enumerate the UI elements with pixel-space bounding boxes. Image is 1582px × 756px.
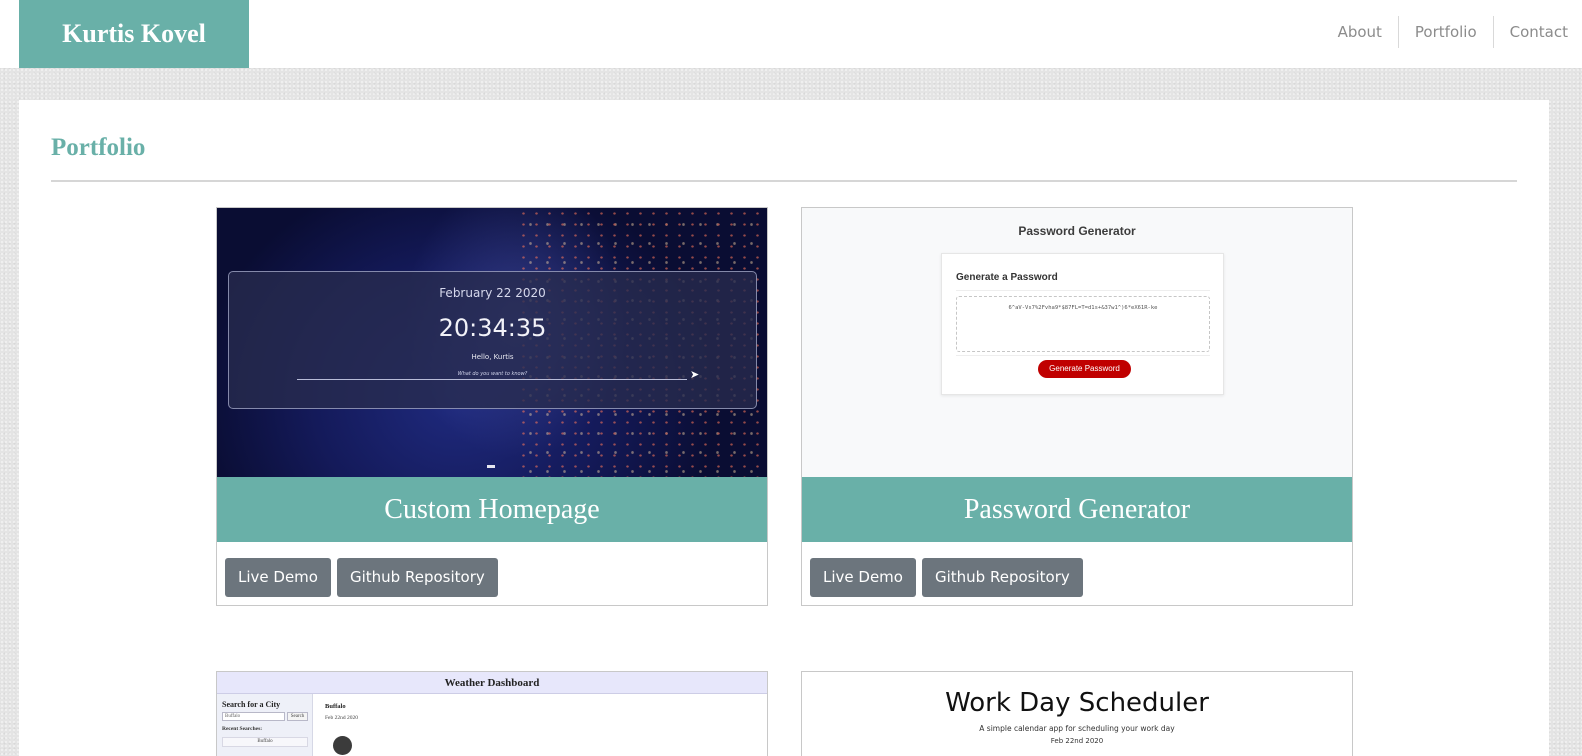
homepage-overlay-panel: February 22 2020 20:34:35 Hello, Kurtis … [228, 271, 757, 409]
section-title: Portfolio [51, 134, 146, 161]
nav-link-about[interactable]: About [1322, 16, 1398, 48]
homepage-search-underline [297, 379, 687, 380]
ws-preview-heading: Work Day Scheduler [945, 688, 1209, 718]
pw-card-divider [956, 290, 1210, 291]
project-screenshot-custom-homepage[interactable]: February 22 2020 20:34:35 Hello, Kurtis … [217, 208, 767, 477]
navbar: Kurtis Kovel About Portfolio Contact [0, 0, 1582, 68]
homepage-indicator [487, 465, 495, 468]
generate-password-button: Generate Password [1038, 360, 1131, 378]
pw-card-title: Generate a Password [956, 272, 1058, 283]
wd-search-title: Search for a City [222, 700, 281, 709]
project-title: Password Generator [802, 477, 1352, 542]
ws-preview-date: Feb 22nd 2020 [1050, 737, 1104, 745]
portfolio-section: Portfolio February 22 2020 20:34:35 Hell… [19, 100, 1549, 756]
github-repository-button[interactable]: Github Repository [922, 558, 1083, 597]
nav-links: About Portfolio Contact [1322, 16, 1582, 48]
section-divider [51, 180, 1517, 182]
nav-link-portfolio[interactable]: Portfolio [1397, 16, 1493, 48]
github-repository-button[interactable]: Github Repository [337, 558, 498, 597]
wd-preview-heading: Weather Dashboard [217, 672, 767, 694]
wd-search-input: Buffalo [222, 712, 285, 721]
pw-output-text: 6^aV-Vs7%2Fvha9*$87FL=T=d1s+&37w1^)6*eX6… [1008, 305, 1158, 311]
project-card-password-generator: Password Generator Generate a Password 6… [801, 207, 1353, 606]
project-screenshot-weather-dashboard[interactable]: Weather Dashboard Search for a City Buff… [217, 672, 767, 756]
wd-city-name: Buffalo [325, 703, 346, 710]
nav-link-contact[interactable]: Contact [1492, 16, 1582, 48]
pw-preview-heading: Password Generator [1018, 224, 1136, 238]
pw-preview-card: Generate a Password 6^aV-Vs7%2Fvha9*$87F… [941, 253, 1224, 395]
weather-icon [333, 736, 352, 755]
wd-recent-item: Buffalo [222, 737, 308, 747]
homepage-search-placeholder: What do you want to know? [457, 371, 528, 377]
rocket-icon: ➤ [690, 368, 700, 381]
brand-logo[interactable]: Kurtis Kovel [19, 0, 249, 68]
project-screenshot-work-day-scheduler[interactable]: Work Day Scheduler A simple calendar app… [802, 672, 1352, 756]
pw-card-divider-bottom [956, 355, 1210, 356]
wd-search-button: Search [287, 712, 308, 721]
ws-preview-subtitle: A simple calendar app for scheduling you… [979, 724, 1175, 733]
project-card-weather-dashboard: Weather Dashboard Search for a City Buff… [216, 671, 768, 756]
project-card-custom-homepage: February 22 2020 20:34:35 Hello, Kurtis … [216, 207, 768, 606]
pw-output-box: 6^aV-Vs7%2Fvha9*$87FL=T=d1s+&37w1^)6*eX6… [956, 296, 1210, 352]
project-card-work-day-scheduler: Work Day Scheduler A simple calendar app… [801, 671, 1353, 756]
project-title: Custom Homepage [217, 477, 767, 542]
homepage-date: February 22 2020 [439, 286, 546, 300]
project-screenshot-password-generator[interactable]: Password Generator Generate a Password 6… [802, 208, 1352, 477]
homepage-clock: 20:34:35 [438, 314, 547, 342]
live-demo-button[interactable]: Live Demo [225, 558, 331, 597]
homepage-greeting: Hello, Kurtis [471, 353, 514, 361]
wd-date: Feb 22nd 2020 [325, 715, 358, 721]
wd-recent-label: Recent Searches: [222, 726, 263, 732]
wd-sidebar: Search for a City Buffalo Search Recent … [217, 694, 313, 756]
live-demo-button[interactable]: Live Demo [810, 558, 916, 597]
